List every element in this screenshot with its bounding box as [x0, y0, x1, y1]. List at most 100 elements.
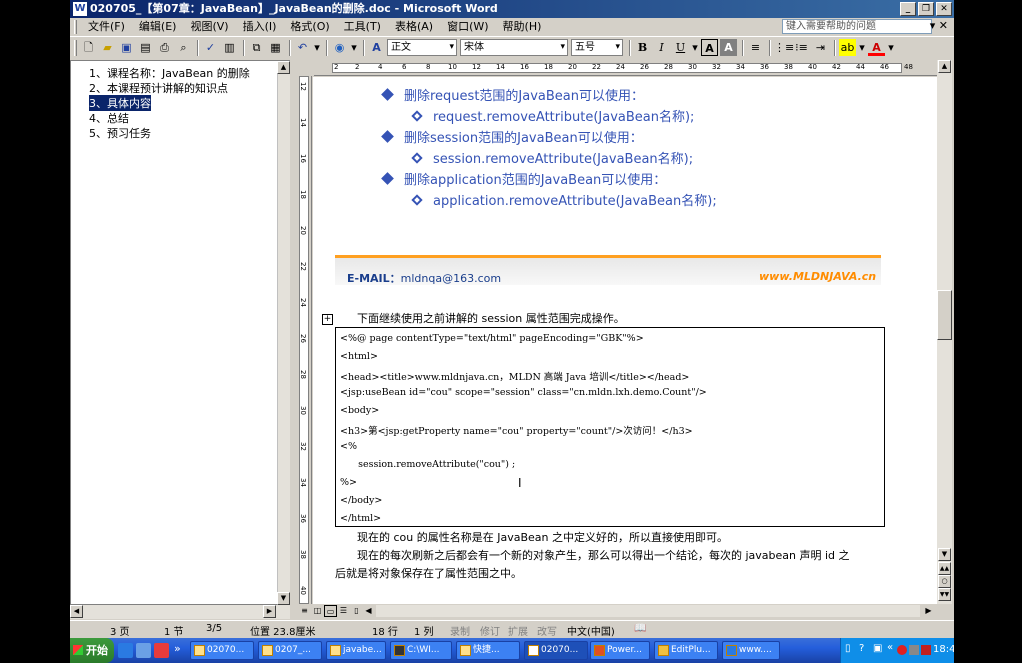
scroll-thumb[interactable] [937, 290, 952, 340]
underline-icon[interactable]: U [672, 39, 689, 56]
quicklaunch-icon[interactable] [154, 643, 169, 658]
print-view-icon[interactable]: ▭ [324, 605, 337, 617]
status-extend[interactable]: 扩展 [508, 623, 528, 638]
prev-page-icon[interactable]: ▲▲ [938, 562, 951, 575]
tray-icon[interactable] [921, 645, 931, 655]
permission-icon[interactable]: ▤ [137, 39, 154, 56]
outline-item-selected[interactable]: 3、具体内容 [89, 95, 151, 111]
highlight-dropdown-icon[interactable]: ▾ [858, 39, 866, 56]
scroll-down-icon[interactable]: ▼ [277, 592, 290, 605]
outline-item[interactable]: 4、总结 [89, 110, 129, 126]
new-doc-icon[interactable]: 🗋 [80, 39, 97, 56]
print-preview-icon[interactable]: ⌕ [175, 39, 192, 56]
outline-view-icon[interactable]: ☰ [337, 605, 350, 617]
size-select[interactable]: 五号 [571, 39, 623, 56]
menu-grip[interactable] [74, 20, 77, 34]
next-page-icon[interactable]: ▼▼ [938, 588, 951, 601]
scroll-right-icon[interactable]: ▶ [263, 605, 276, 618]
menu-window[interactable]: 窗口(W) [440, 18, 495, 36]
menu-view[interactable]: 视图(V) [183, 18, 235, 36]
help-search-input[interactable]: 键入需要帮助的问题 [782, 19, 932, 34]
spelling-status-icon[interactable]: 📖 [634, 623, 646, 634]
start-button[interactable]: 开始 [70, 638, 114, 663]
code-table[interactable]: <%@ page contentType="text/html" pageEnc… [335, 327, 885, 527]
hyperlink-icon[interactable]: ◉ [331, 39, 348, 56]
table-move-handle-icon[interactable]: + [322, 314, 333, 325]
scroll-left-icon[interactable]: ◀ [362, 605, 375, 617]
char-border-icon[interactable]: A [701, 39, 718, 56]
bullets-icon[interactable]: ⁝≡ [793, 39, 810, 56]
menu-format[interactable]: 格式(O) [283, 18, 336, 36]
numbering-icon[interactable]: ⋮≡ [774, 39, 794, 56]
tray-icon[interactable]: ▣ [873, 643, 882, 654]
status-overtype[interactable]: 改写 [537, 623, 557, 638]
help-tray-icon[interactable]: ? [859, 643, 864, 654]
scroll-right-icon[interactable]: ▶ [922, 605, 935, 617]
outline-hscrollbar[interactable]: ◀ ▶ [70, 605, 290, 619]
menu-tools[interactable]: 工具(T) [337, 18, 388, 36]
minimize-button[interactable]: _ [900, 2, 916, 16]
task-button[interactable]: C:\WI... [390, 641, 452, 660]
menu-edit[interactable]: 编辑(E) [132, 18, 184, 36]
document-vscrollbar[interactable]: ▲ ▼ ▲▲ ○ ▼▼ [937, 60, 952, 604]
tray-icon[interactable]: ▯ [845, 643, 851, 654]
task-button[interactable]: 快捷... [456, 641, 520, 660]
char-shading-icon[interactable]: A [720, 39, 737, 56]
print-icon[interactable]: ⎙ [156, 39, 173, 56]
scroll-left-icon[interactable]: ◀ [70, 605, 83, 618]
research-icon[interactable]: ▥ [221, 39, 238, 56]
font-color-icon[interactable]: A [868, 39, 885, 56]
tray-icon[interactable] [909, 645, 919, 655]
outline-item[interactable]: 1、课程名称：JavaBean 的删除 [89, 65, 250, 81]
outline-item[interactable]: 2、本课程预计讲解的知识点 [89, 80, 228, 96]
copy-icon[interactable]: ⧉ [248, 39, 265, 56]
horizontal-ruler[interactable]: 2 2 4 6 8 10 12 14 16 18 20 22 24 26 28 … [314, 60, 938, 76]
web-view-icon[interactable]: ◫ [311, 605, 324, 617]
underline-dropdown-icon[interactable]: ▾ [691, 39, 699, 56]
chevron-left-icon[interactable]: « [887, 642, 893, 653]
document-hscrollbar[interactable]: ≡ ◫ ▭ ☰ ▯ ◀ ▶ [296, 604, 954, 618]
menu-table[interactable]: 表格(A) [388, 18, 440, 36]
task-button[interactable]: EditPlu... [654, 641, 718, 660]
ie-icon[interactable] [118, 643, 133, 658]
scroll-up-icon[interactable]: ▲ [938, 60, 951, 73]
style-select[interactable]: 正文 [387, 39, 457, 56]
restore-button[interactable]: ❐ [918, 2, 934, 16]
indent-icon[interactable]: ⇥ [812, 39, 829, 56]
open-folder-icon[interactable]: ▰ [99, 39, 116, 56]
status-record[interactable]: 录制 [450, 623, 470, 638]
document-page[interactable]: 删除request范围的JavaBean可以使用： request.remove… [313, 77, 937, 604]
save-icon[interactable]: ▣ [118, 39, 135, 56]
italic-icon[interactable]: I [653, 39, 670, 56]
bold-icon[interactable]: B [634, 39, 651, 56]
tray-icon[interactable] [897, 645, 907, 655]
spelling-icon[interactable]: ✓ [202, 39, 219, 56]
undo-dropdown-icon[interactable]: ▾ [313, 39, 321, 56]
menu-insert[interactable]: 插入(I) [236, 18, 284, 36]
outline-item[interactable]: 5、预习任务 [89, 125, 151, 141]
menu-file[interactable]: 文件(F) [81, 18, 132, 36]
menu-help[interactable]: 帮助(H) [496, 18, 549, 36]
undo-icon[interactable]: ↶ [294, 39, 311, 56]
task-button[interactable]: Power... [590, 641, 650, 660]
close-button[interactable]: ✕ [936, 2, 952, 16]
styles-icon[interactable]: A [368, 39, 385, 56]
align-icon[interactable]: ≡ [747, 39, 764, 56]
highlight-icon[interactable]: ab [839, 39, 856, 56]
close-doc-icon[interactable]: ▾ ✕ [930, 19, 948, 32]
toolbar-grip[interactable] [74, 39, 77, 56]
normal-view-icon[interactable]: ≡ [298, 605, 311, 617]
task-button[interactable]: www.... [722, 641, 780, 660]
quicklaunch-icon[interactable] [136, 643, 151, 658]
task-button[interactable]: javabe... [326, 641, 386, 660]
more-dropdown-icon[interactable]: ▾ [350, 39, 358, 56]
task-button-active[interactable]: 02070... [524, 641, 588, 660]
status-track[interactable]: 修订 [480, 623, 500, 638]
task-button[interactable]: 0207_... [258, 641, 322, 660]
paste-icon[interactable]: ▦ [267, 39, 284, 56]
vertical-ruler[interactable]: 12 14 16 18 20 22 24 26 28 30 32 34 36 3… [296, 76, 312, 604]
clock[interactable]: 18:42 [933, 644, 954, 655]
scroll-down-icon[interactable]: ▼ [938, 548, 951, 561]
task-button[interactable]: 02070... [190, 641, 254, 660]
outline-scrollbar[interactable]: ▲ ▼ [277, 61, 290, 605]
